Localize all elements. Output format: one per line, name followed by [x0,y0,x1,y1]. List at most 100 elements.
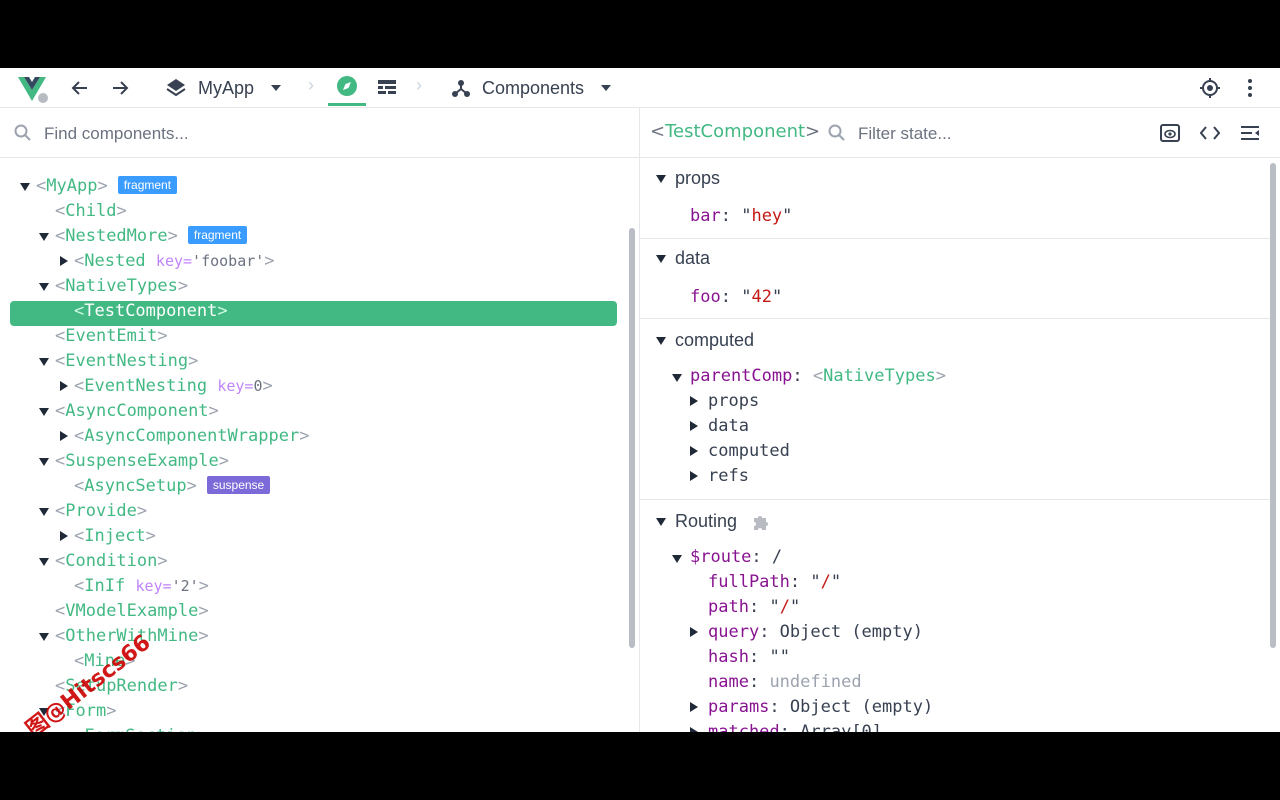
tree-node[interactable]: <TestComponent> [74,299,228,324]
chevron-down-icon [264,76,288,100]
route-field[interactable]: params: Object (empty) [708,697,933,717]
computed-child[interactable]: computed [708,441,790,461]
route-field[interactable]: name: undefined [708,672,862,692]
tag-bracket: > [198,626,209,646]
expand-toggle[interactable] [690,421,698,431]
tree-scrollbar[interactable] [629,228,635,648]
expand-toggle[interactable] [60,256,68,266]
tree-node[interactable]: <InIf key='2'> [74,574,209,599]
expand-toggle[interactable] [39,458,49,466]
tree-node[interactable]: <SuspenseExample> [39,449,229,474]
route-field[interactable]: hash: "" [708,647,790,667]
computed-child[interactable]: refs [708,466,749,486]
expand-toggle[interactable] [60,431,68,441]
search-icon [12,122,34,144]
tree-node[interactable]: <EventNesting key=0> [60,374,273,399]
expand-toggle[interactable] [690,396,698,406]
expand-toggle[interactable] [20,183,30,191]
expand-toggle[interactable] [690,446,698,456]
forward-arrow-icon[interactable] [108,76,132,100]
component-search-input[interactable] [42,121,606,147]
eye-icon[interactable] [1158,121,1182,145]
tree-node[interactable]: <Nested key='foobar'> [60,249,275,274]
computed-child[interactable]: data [708,416,749,436]
compass-icon[interactable] [328,68,366,106]
component-name: EventEmit [65,326,158,346]
expand-toggle[interactable] [39,508,49,516]
tag-bracket: < [74,476,85,496]
expand-toggle[interactable] [656,175,666,183]
tree-node[interactable]: <NestedMore> fragment [39,224,248,249]
tree-node[interactable]: <AsyncComponentWrapper> [60,424,310,449]
expand-toggle[interactable] [672,555,682,563]
route-field[interactable]: query: Object (empty) [708,622,923,642]
expand-toggle[interactable] [39,408,49,416]
component-name: AsyncComponentWrapper [84,426,300,446]
expand-toggle[interactable] [60,531,68,541]
expand-toggle[interactable] [656,518,666,526]
expand-toggle[interactable] [690,727,698,732]
tree-node[interactable]: <Inject> [60,524,156,549]
tree-node[interactable]: <EventNesting> [39,349,198,374]
tree-node[interactable]: <NativeTypes> [39,274,188,299]
view-selector[interactable]: Components [448,72,618,104]
tree-node[interactable]: <FormSection> [74,724,207,732]
app-selector[interactable]: MyApp [162,72,288,104]
expand-toggle[interactable] [39,558,49,566]
more-vertical-icon[interactable] [1238,76,1262,100]
inspector-header: <TestComponent> [640,108,1280,158]
state-scrollbar[interactable] [1270,163,1276,648]
section-title: props [675,168,721,188]
selected-component-title: <TestComponent> [650,121,821,142]
data-row[interactable]: foo: "42" [690,287,782,307]
computed-child[interactable]: props [708,391,759,411]
tree-node[interactable]: <Provide> [39,499,148,524]
prop-row[interactable]: bar: "hey" [690,206,792,226]
collapse-panel-icon[interactable] [1238,121,1262,145]
expand-toggle[interactable] [39,358,49,366]
tree-node[interactable]: <Condition> [39,549,168,574]
tag-bracket: < [55,551,66,571]
expand-toggle[interactable] [690,702,698,712]
expand-toggle[interactable] [656,337,666,345]
back-arrow-icon[interactable] [68,76,92,100]
tag-bracket: > [136,501,148,521]
tree-node[interactable]: <MyApp> fragment [20,174,178,199]
tree-node[interactable]: <AsyncComponent> [39,399,219,424]
code-icon[interactable] [1198,121,1222,145]
expand-toggle[interactable] [39,633,49,641]
tree-node[interactable]: <AsyncSetup> suspense [74,474,271,499]
tag-bracket: > [157,326,168,346]
component-name: AsyncComponent [65,401,209,421]
components-icon [448,76,474,100]
tag-bracket: > [299,426,310,446]
vue-logo-icon[interactable] [16,74,50,104]
expand-toggle[interactable] [60,381,68,391]
tag-bracket: > [145,526,156,546]
tree-node[interactable]: <EventEmit> [55,324,168,349]
tree-node[interactable]: <VModelExample> [55,599,209,624]
section-title: computed [675,330,755,350]
expand-toggle[interactable] [39,233,49,241]
target-icon[interactable] [1198,76,1222,100]
route-field[interactable]: path: "/" [708,597,800,617]
tag-bracket: < [74,726,84,732]
expand-toggle[interactable] [690,471,698,481]
attr-equals: = [183,252,193,270]
computed-row[interactable]: parentComp: <NativeTypes> [690,366,946,386]
tag-bracket: > [97,176,108,196]
tag-bracket: < [74,426,85,446]
state-filter-input[interactable] [856,121,1140,147]
route-field[interactable]: fullPath: "/" [708,572,841,592]
expand-toggle[interactable] [690,627,698,637]
expand-toggle[interactable] [39,283,49,291]
timeline-icon[interactable] [375,76,399,100]
tag-bracket: < [55,401,66,421]
route-row[interactable]: $route: / [690,547,782,567]
route-field[interactable]: matched: Array[0] [708,722,882,732]
tag-bracket: > [208,401,219,421]
expand-toggle[interactable] [672,374,682,382]
tree-node[interactable]: <Child> [55,199,127,224]
component-name: FormSection [84,726,197,732]
expand-toggle[interactable] [656,255,666,263]
